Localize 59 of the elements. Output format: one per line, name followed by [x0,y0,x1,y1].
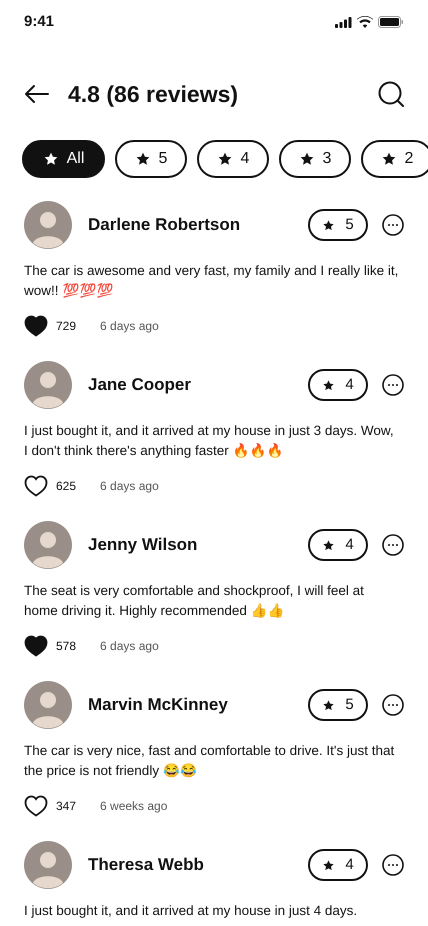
star-icon [322,218,336,232]
more-options-icon[interactable] [382,694,404,716]
like-count: 578 [56,638,76,655]
reviewer-name: Jane Cooper [88,374,192,396]
heart-icon[interactable] [24,635,48,657]
reviewer-name: Marvin McKinney [88,694,229,716]
review-time: 6 days ago [100,478,159,495]
reviewer-name: Theresa Webb [88,854,205,876]
like-count: 729 [56,318,76,335]
rating-badge: 5 [308,689,368,721]
avatar [24,201,72,249]
filter-chip[interactable]: 5 [115,140,187,178]
review-text: The car is awesome and very fast, my family and I really like it, wow!! 💯💯💯 [24,262,400,300]
more-options-icon[interactable] [382,534,404,556]
battery-icon [378,16,404,28]
rating-badge: 5 [308,209,368,241]
avatar [24,361,72,409]
filter-chip[interactable]: 3 [279,140,351,178]
avatar [24,681,72,729]
star-icon [134,151,151,167]
review-text: The seat is very comfortable and shockproof, I will feel at home driving it. Highly recommended 👍👍 [24,582,365,620]
rating-badge: 4 [308,529,368,561]
more-options-icon[interactable] [382,214,404,236]
star-icon [216,151,233,167]
heart-icon[interactable] [24,475,48,497]
reviewer-name: Darlene Robertson [88,214,242,236]
rating-badge: 4 [308,849,368,881]
wifi-icon [357,16,373,28]
heart-icon[interactable] [24,795,48,817]
review-text: The car is very nice, fast and comfortable to drive. It's just that the price is not friendly 😂😂 [24,742,396,780]
like-count: 347 [56,798,76,815]
page-title: 4.8 (86 reviews) [68,80,240,109]
star-icon [298,151,315,167]
review-text: I just bought it, and it arrived at my house in just 4 days. [24,902,358,920]
avatar [24,521,72,569]
star-icon [42,151,59,167]
more-options-icon[interactable] [382,374,404,396]
star-icon [322,538,336,552]
review-text: I just bought it, and it arrived at my house in just 3 days. Wow, I don't think there's anything faster 🔥🔥🔥 [24,422,395,460]
status-time: 9:41 [24,12,54,32]
filter-chip[interactable]: All [22,140,105,178]
filter-chip[interactable]: 4 [197,140,269,178]
avatar [24,841,72,889]
filter-chip[interactable]: 2 [361,140,428,178]
rating-badge: 4 [308,369,368,401]
like-count: 625 [56,478,76,495]
reviewer-name: Jenny Wilson [88,534,198,556]
heart-icon[interactable] [24,315,48,337]
star-icon [322,858,336,872]
star-icon [322,698,336,712]
review-time: 6 weeks ago [100,798,168,815]
review-time: 6 days ago [100,638,159,655]
search-icon[interactable] [378,81,404,107]
back-arrow-icon[interactable] [24,84,50,104]
more-options-icon[interactable] [382,854,404,876]
signal-icon [335,16,352,28]
star-icon [322,378,336,392]
star-icon [380,151,397,167]
review-time: 6 days ago [100,318,159,335]
